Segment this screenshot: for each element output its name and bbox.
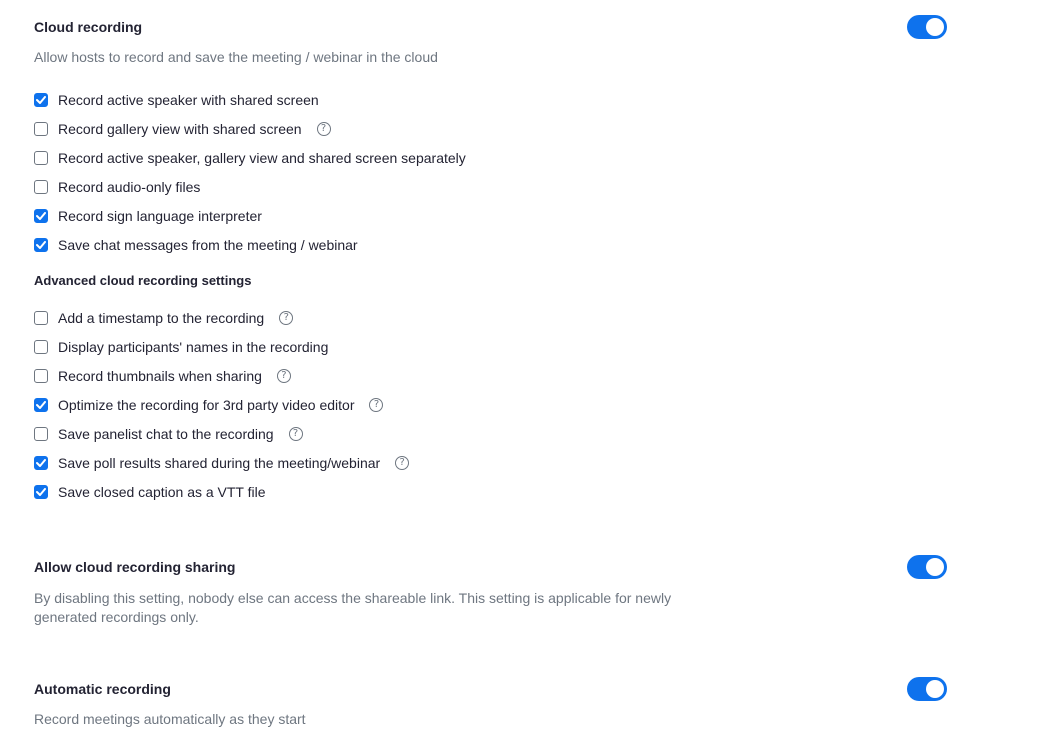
help-icon[interactable]: ? bbox=[369, 398, 384, 412]
automatic-recording-toggle[interactable] bbox=[907, 677, 947, 701]
checkmark-icon bbox=[36, 241, 46, 249]
toggle-knob bbox=[926, 680, 944, 698]
option-row[interactable]: Save panelist chat to the recording? bbox=[34, 425, 303, 443]
checkmark-icon bbox=[36, 459, 46, 467]
option-label: Save chat messages from the meeting / we… bbox=[58, 237, 358, 253]
option-label: Save closed caption as a VTT file bbox=[58, 484, 266, 500]
cloud-recording-description: Allow hosts to record and save the meeti… bbox=[34, 49, 438, 65]
help-icon[interactable]: ? bbox=[395, 456, 410, 470]
option-label: Record gallery view with shared screen bbox=[58, 121, 302, 137]
option-label: Record active speaker, gallery view and … bbox=[58, 150, 466, 166]
option-label: Record sign language interpreter bbox=[58, 208, 262, 224]
help-icon[interactable]: ? bbox=[276, 369, 291, 383]
option-label: Add a timestamp to the recording bbox=[58, 310, 265, 326]
help-icon[interactable]: ? bbox=[288, 427, 303, 441]
automatic-recording-description: Record meetings automatically as they st… bbox=[34, 711, 306, 727]
option-row[interactable]: Record audio-only files bbox=[34, 178, 200, 196]
option-row[interactable]: Save chat messages from the meeting / we… bbox=[34, 236, 358, 254]
checkbox-checked[interactable] bbox=[34, 485, 48, 499]
checkbox-unchecked[interactable] bbox=[34, 427, 48, 441]
option-row[interactable]: Add a timestamp to the recording? bbox=[34, 309, 294, 327]
option-label: Optimize the recording for 3rd party vid… bbox=[58, 397, 355, 413]
checkbox-unchecked[interactable] bbox=[34, 180, 48, 194]
checkmark-icon bbox=[36, 401, 46, 409]
automatic-recording-section: Automatic recording Record meetings auto… bbox=[34, 677, 954, 729]
cloud-sharing-section: Allow cloud recording sharing By disabli… bbox=[34, 555, 954, 627]
checkbox-checked[interactable] bbox=[34, 93, 48, 107]
checkmark-icon bbox=[36, 488, 46, 496]
toggle-knob bbox=[926, 18, 944, 36]
checkbox-unchecked[interactable] bbox=[34, 369, 48, 383]
advanced-settings-heading: Advanced cloud recording settings bbox=[34, 273, 252, 288]
option-label: Record audio-only files bbox=[58, 179, 201, 195]
checkbox-unchecked[interactable] bbox=[34, 122, 48, 136]
checkbox-checked[interactable] bbox=[34, 209, 48, 223]
checkbox-unchecked[interactable] bbox=[34, 340, 48, 354]
option-row[interactable]: Record thumbnails when sharing? bbox=[34, 367, 291, 385]
option-row[interactable]: Record active speaker with shared screen bbox=[34, 91, 319, 109]
option-row[interactable]: Optimize the recording for 3rd party vid… bbox=[34, 396, 384, 414]
option-label: Record thumbnails when sharing bbox=[58, 368, 262, 384]
option-row[interactable]: Display participants' names in the recor… bbox=[34, 338, 328, 356]
checkbox-unchecked[interactable] bbox=[34, 311, 48, 325]
option-label: Save poll results shared during the meet… bbox=[58, 455, 381, 471]
option-label: Record active speaker with shared screen bbox=[58, 92, 319, 108]
cloud-sharing-toggle[interactable] bbox=[907, 555, 947, 579]
option-row[interactable]: Record active speaker, gallery view and … bbox=[34, 149, 466, 167]
cloud-recording-title: Cloud recording bbox=[34, 19, 143, 35]
checkbox-checked[interactable] bbox=[34, 238, 48, 252]
cloud-recording-toggle[interactable] bbox=[907, 15, 947, 39]
option-row[interactable]: Save poll results shared during the meet… bbox=[34, 454, 410, 472]
cloud-sharing-title: Allow cloud recording sharing bbox=[34, 559, 236, 575]
help-icon[interactable]: ? bbox=[279, 311, 294, 325]
checkbox-checked[interactable] bbox=[34, 398, 48, 412]
toggle-knob bbox=[926, 558, 944, 576]
checkbox-unchecked[interactable] bbox=[34, 151, 48, 165]
option-row[interactable]: Save closed caption as a VTT file bbox=[34, 483, 266, 501]
checkmark-icon bbox=[36, 212, 46, 220]
option-row[interactable]: Record gallery view with shared screen? bbox=[34, 120, 331, 138]
automatic-recording-title: Automatic recording bbox=[34, 681, 171, 697]
checkbox-checked[interactable] bbox=[34, 456, 48, 470]
option-row[interactable]: Record sign language interpreter bbox=[34, 207, 262, 225]
option-label: Display participants' names in the recor… bbox=[58, 339, 329, 355]
cloud-recording-section: Cloud recording Allow hosts to record an… bbox=[34, 15, 954, 500]
help-icon[interactable]: ? bbox=[316, 122, 331, 136]
option-label: Save panelist chat to the recording bbox=[58, 426, 274, 442]
checkmark-icon bbox=[36, 96, 46, 104]
cloud-sharing-description: By disabling this setting, nobody else c… bbox=[34, 590, 672, 625]
